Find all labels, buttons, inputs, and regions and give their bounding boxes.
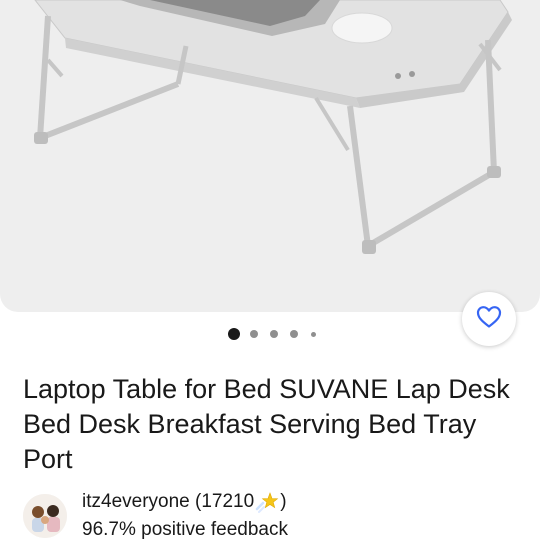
carousel-dot[interactable] [290, 330, 298, 338]
image-carousel-indicator [0, 327, 540, 341]
carousel-dot-active[interactable] [228, 328, 240, 340]
listing-title: Laptop Table for Bed SUVANE Lap Desk Bed… [23, 374, 510, 474]
carousel-dot-small[interactable] [311, 331, 316, 337]
carousel-dot[interactable] [270, 330, 278, 338]
seller-avatar[interactable] [23, 494, 67, 538]
product-image[interactable] [0, 0, 540, 312]
carousel-dot[interactable] [250, 330, 258, 338]
seller-info[interactable]: itz4everyone (17210 ) [82, 491, 287, 513]
laptop-table-illustration [34, 0, 512, 254]
positive-feedback-text: 96.7% positive feedback [82, 519, 288, 540]
seller-username[interactable]: itz4everyone [82, 491, 190, 513]
shooting-star-icon [255, 491, 279, 513]
seller-feedback-score: (17210 [195, 491, 255, 512]
seller-feedback-close: ) [280, 491, 287, 512]
